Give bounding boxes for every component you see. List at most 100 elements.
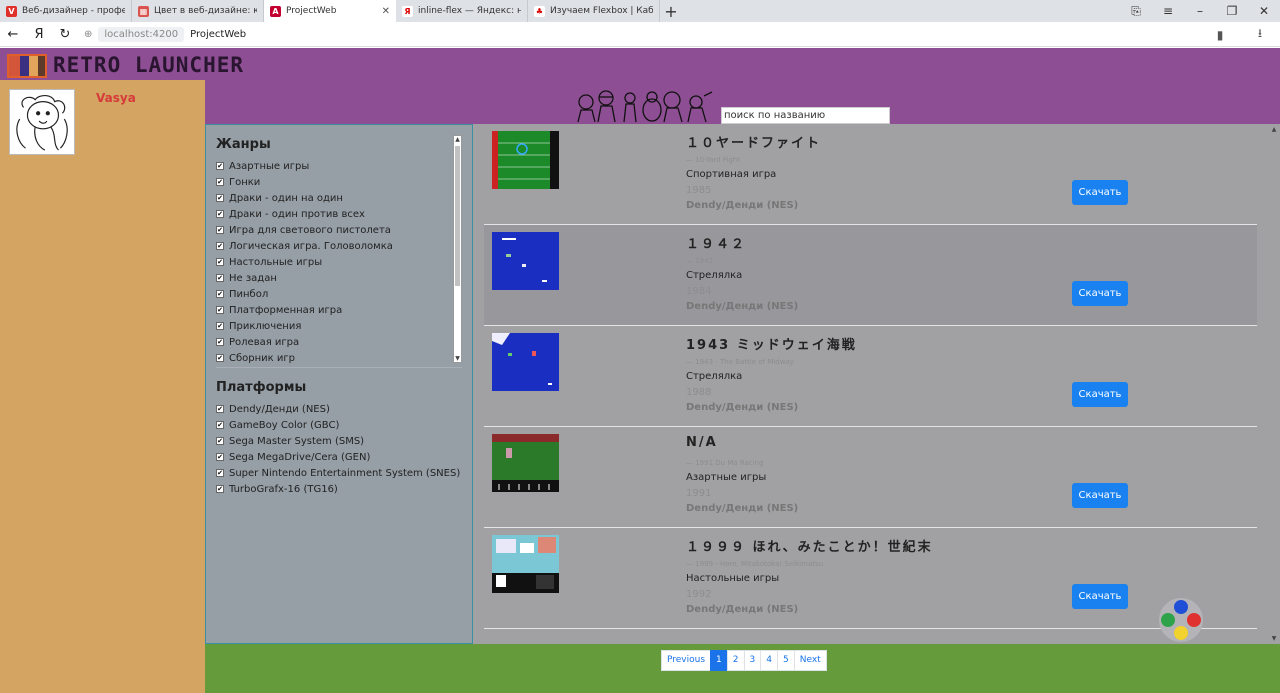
genre-filter-item[interactable]: ✔ Настольные игры	[206, 254, 472, 270]
genre-filter-item[interactable]: ✔ Приключения	[206, 318, 472, 334]
pagination: Previous 1 2 3 4 5 Next	[661, 650, 827, 671]
genre-filter-item[interactable]: ✔ Гонки	[206, 174, 472, 190]
browser-tab[interactable]: ▦ Цвет в веб-дизайне: как выб	[132, 0, 264, 22]
close-tab-icon[interactable]: ✕	[382, 6, 390, 17]
genre-filter-item[interactable]: ✔ Сборник игр	[206, 350, 472, 363]
genre-filter-item[interactable]: ✔ Платформенная игра	[206, 302, 472, 318]
genre-filter-item[interactable]: ✔ Ролевая игра	[206, 334, 472, 350]
checkbox[interactable]: ✔	[216, 405, 224, 413]
genre-filter-item[interactable]: ✔ Не задан	[206, 270, 472, 286]
back-button[interactable]: ←	[0, 27, 26, 42]
game-thumbnail-image[interactable]	[492, 333, 559, 391]
checkbox[interactable]: ✔	[216, 258, 224, 266]
filters-panel: Жанры ✔ Азартные игры ✔ Гонки ✔ Драки - один …	[205, 124, 473, 644]
download-button[interactable]: Скачать	[1072, 180, 1128, 205]
platform-filter-item[interactable]: ✔ GameBoy Color (GBC)	[206, 417, 472, 433]
game-title[interactable]: N/A	[686, 435, 718, 450]
scroll-down-icon[interactable]: ▼	[454, 355, 461, 362]
pagination-page[interactable]: 3	[743, 650, 762, 671]
platform-filter-item[interactable]: ✔ Sega MegaDrive/Cera (GEN)	[206, 449, 472, 465]
genre-scrollbar[interactable]: ▲ ▼	[453, 135, 462, 363]
tab-label: Веб-дизайнер - профессия	[22, 6, 125, 16]
checkbox[interactable]: ✔	[216, 421, 224, 429]
checkbox[interactable]: ✔	[216, 437, 224, 445]
checkbox[interactable]: ✔	[216, 178, 224, 186]
genre-filter-item[interactable]: ✔ Азартные игры	[206, 158, 472, 174]
checkbox[interactable]: ✔	[216, 274, 224, 282]
site-info-icon[interactable]: ⊕	[84, 29, 92, 40]
checkbox[interactable]: ✔	[216, 210, 224, 218]
browser-tab[interactable]: ♣ Изучаем Flexbox | Кабинет	[528, 0, 660, 22]
game-card[interactable]: N/A — 1991 Du Ma Racing Азартные игры 1991 D…	[484, 427, 1257, 528]
yandex-home-button[interactable]: Я	[26, 27, 52, 42]
genre-filter-item[interactable]: ✔ Драки - один против всех	[206, 206, 472, 222]
genre-filter-item[interactable]: ✔ Пинбол	[206, 286, 472, 302]
game-title[interactable]: １０ヤードファイト	[686, 132, 821, 151]
pagination-page[interactable]: 5	[776, 650, 795, 671]
menu-icon[interactable]: ≡	[1152, 4, 1184, 18]
game-card[interactable]: １９４２ — 1942 Стрелялка 1984 Dendy/Денди (NES)…	[484, 225, 1257, 326]
game-thumbnail-image[interactable]	[492, 434, 559, 492]
checkbox[interactable]: ✔	[216, 453, 224, 461]
pagination-page[interactable]: 1	[710, 650, 728, 671]
pagination-previous[interactable]: Previous	[661, 650, 712, 671]
collections-icon[interactable]: ⎘	[1120, 4, 1152, 19]
checkbox[interactable]: ✔	[216, 306, 224, 314]
game-year: 1992	[686, 589, 712, 600]
download-button[interactable]: Скачать	[1072, 382, 1128, 407]
scroll-up-icon[interactable]: ▲	[454, 136, 461, 143]
platform-filter-item[interactable]: ✔ Super Nintendo Entertainment System (SN…	[206, 465, 472, 481]
game-list-scrollbar[interactable]: ▲ ▼	[1270, 126, 1278, 642]
checkbox[interactable]: ✔	[216, 242, 224, 250]
username[interactable]: Vasya	[96, 91, 136, 105]
game-title[interactable]: 1943 ミッドウェイ海戦	[686, 334, 857, 353]
browser-tab[interactable]: V Веб-дизайнер - профессия	[0, 0, 132, 22]
checkbox[interactable]: ✔	[216, 322, 224, 330]
genre-filter-item[interactable]: ✔ Логическая игра. Головоломка	[206, 238, 472, 254]
close-window-button[interactable]: ✕	[1248, 4, 1280, 18]
minimize-button[interactable]: –	[1184, 4, 1216, 18]
game-thumbnail-image[interactable]	[492, 131, 559, 189]
pagination-page[interactable]: 2	[726, 650, 745, 671]
search-input[interactable]	[721, 107, 890, 124]
download-button[interactable]: Скачать	[1072, 483, 1128, 508]
browser-tab[interactable]: A ProjectWeb ✕	[264, 0, 396, 22]
checkbox[interactable]: ✔	[216, 469, 224, 477]
scroll-up-icon[interactable]: ▲	[1270, 126, 1278, 133]
genre-filter-item[interactable]: ✔ Игра для светового пистолета	[206, 222, 472, 238]
new-tab-button[interactable]: +	[660, 2, 682, 21]
platform-filter-item[interactable]: ✔ Dendy/Денди (NES)	[206, 401, 472, 417]
avatar[interactable]	[9, 89, 75, 155]
checkbox[interactable]: ✔	[216, 226, 224, 234]
checkbox[interactable]: ✔	[216, 485, 224, 493]
game-card[interactable]: １９９９ ほれ、みたことか！世紀末 — 1999 - Hore, Mitakoto…	[484, 528, 1257, 629]
scroll-down-icon[interactable]: ▼	[1270, 635, 1278, 642]
game-card[interactable]: １０ヤードファイト — 10-Yard Fight Спортивная игра 1…	[484, 124, 1257, 225]
genre-filter-item-label: Гонки	[229, 176, 261, 188]
url-field[interactable]: ⊕ localhost:4200 ProjectWeb	[84, 26, 246, 42]
browser-tab[interactable]: Яinline-flex — Яндекс: нашлось	[396, 0, 528, 22]
checkbox[interactable]: ✔	[216, 162, 224, 170]
checkbox[interactable]: ✔	[216, 338, 224, 346]
checkbox[interactable]: ✔	[216, 290, 224, 298]
genre-filter-item[interactable]: ✔ Драки - один на один	[206, 190, 472, 206]
download-button[interactable]: Скачать	[1072, 281, 1128, 306]
platform-filter-item[interactable]: ✔ TurboGrafx-16 (TG16)	[206, 481, 472, 497]
platform-filter-item[interactable]: ✔ Sega Master System (SMS)	[206, 433, 472, 449]
bookmark-icon[interactable]: ▮	[1200, 28, 1240, 42]
restore-button[interactable]: ❐	[1216, 4, 1248, 18]
download-icon[interactable]: ⭳	[1240, 24, 1280, 45]
filter-divider	[216, 367, 462, 368]
download-button[interactable]: Скачать	[1072, 584, 1128, 609]
genre-scroll-thumb[interactable]	[455, 146, 460, 286]
checkbox[interactable]: ✔	[216, 354, 224, 362]
game-title[interactable]: １９４２	[686, 233, 746, 252]
checkbox[interactable]: ✔	[216, 194, 224, 202]
game-title[interactable]: １９９９ ほれ、みたことか！世紀末	[686, 536, 933, 555]
reload-button[interactable]: ↻	[52, 27, 78, 42]
pagination-page[interactable]: 4	[760, 650, 778, 671]
game-card[interactable]: 1943 ミッドウェイ海戦 — 1943 - The Battle of Midw…	[484, 326, 1257, 427]
game-thumbnail-image[interactable]	[492, 232, 559, 290]
game-thumbnail-image[interactable]	[492, 535, 559, 593]
pagination-next[interactable]: Next	[793, 650, 827, 671]
